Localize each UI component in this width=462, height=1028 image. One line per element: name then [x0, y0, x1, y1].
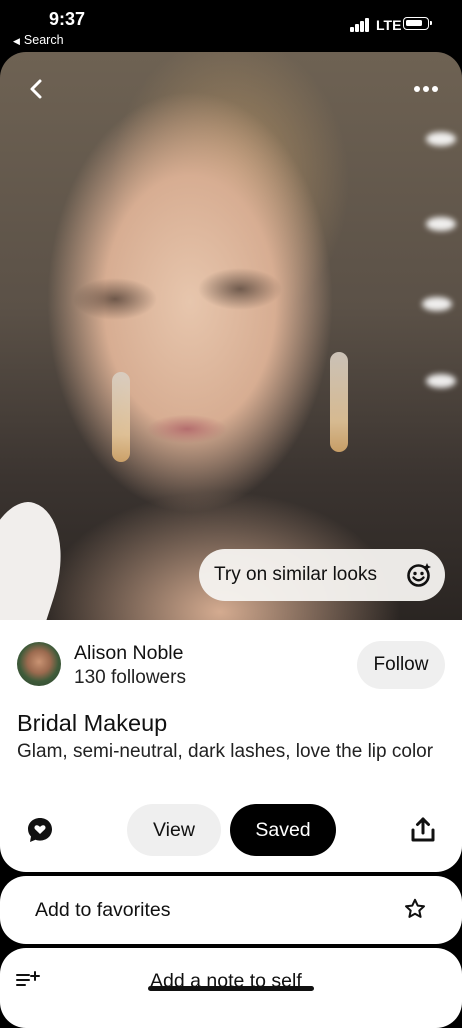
earring-shape: [112, 372, 130, 462]
face-smile-icon: [407, 563, 431, 587]
back-app-label: Search: [23, 33, 64, 47]
back-chevron-icon: [30, 79, 42, 99]
signal-icon: [350, 18, 370, 32]
home-indicator: [148, 986, 314, 991]
pin-title: Bridal Makeup: [17, 710, 168, 736]
view-button[interactable]: View: [127, 804, 221, 856]
back-to-search-link[interactable]: ◀ Search: [13, 33, 64, 47]
bokeh-light: [422, 297, 452, 311]
try-on-similar-looks-button[interactable]: Try on similar looks: [199, 549, 445, 601]
bokeh-light: [426, 217, 456, 231]
bokeh-light: [426, 374, 456, 388]
back-button[interactable]: [22, 74, 52, 104]
bokeh-light: [426, 132, 456, 146]
pin-description: Glam, semi-neutral, dark lashes, love th…: [17, 741, 434, 762]
comment-button[interactable]: [25, 815, 55, 845]
follow-button[interactable]: Follow: [357, 641, 445, 689]
status-time: 9:37: [49, 9, 86, 29]
try-on-label: Try on similar looks: [214, 564, 377, 585]
battery-icon: [403, 17, 432, 30]
share-button[interactable]: [410, 816, 436, 844]
more-options-button[interactable]: [408, 74, 444, 104]
author-name[interactable]: Alison Noble: [74, 642, 183, 665]
status-bar: 9:37 ◀ Search LTE: [0, 0, 462, 52]
back-triangle-icon: ◀: [13, 36, 20, 46]
add-to-favorites-label: Add to favorites: [35, 899, 171, 921]
add-to-favorites-row[interactable]: Add to favorites: [0, 876, 462, 944]
pin-image[interactable]: Try on similar looks: [0, 52, 462, 620]
follower-count: 130 followers: [74, 667, 186, 688]
note-list-icon: [16, 971, 40, 986]
more-options-icon: [414, 86, 438, 92]
network-label: LTE: [376, 17, 402, 33]
comment-icon: [28, 818, 52, 842]
earring-shape: [330, 352, 348, 452]
dress-shape: [0, 493, 80, 620]
avatar[interactable]: [17, 642, 61, 686]
star-icon: [405, 898, 425, 918]
share-icon: [411, 817, 435, 842]
saved-button[interactable]: Saved: [230, 804, 336, 856]
pin-details-panel: Alison Noble 130 followers Follow Bridal…: [0, 620, 462, 872]
